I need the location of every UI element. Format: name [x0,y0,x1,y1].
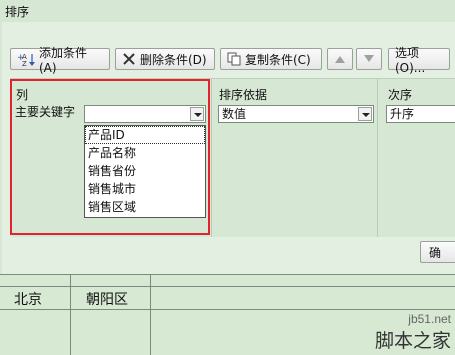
cell-district[interactable]: 朝阳区 [86,289,128,309]
watermark: jb51.net 脚本之家 [375,312,451,353]
watermark-url: jb51.net [408,312,451,326]
move-up-button[interactable] [327,48,353,70]
sort-on-select[interactable]: 数值 [218,105,374,123]
arrow-down-icon [364,55,374,62]
copy-icon [227,52,241,66]
options-label: 选项(O)... [395,45,426,75]
copy-condition-button[interactable]: 复制条件(C) [220,48,322,70]
column-dropdown-list: 产品ID 产品名称 销售省份 销售城市 销售区域 [84,125,206,218]
move-down-button[interactable] [356,48,382,70]
svg-text:Z: Z [22,60,27,67]
dialog-title: 排序 [5,5,30,19]
sort-on-value: 数值 [222,107,247,121]
list-item[interactable]: 销售区域 [85,198,205,216]
watermark-name: 脚本之家 [374,330,451,352]
sort-dialog: 排序 + A Z 添加条件(A) 删除条件(D) 复制条件(C) 选项(O)..… [0,0,455,275]
add-condition-button[interactable]: + A Z 添加条件(A) [10,46,110,75]
column-separator [211,79,212,237]
ok-label: 确 [429,245,442,260]
ok-button[interactable]: 确 [420,241,455,263]
list-item[interactable]: 产品名称 [85,144,205,162]
column-separator [377,79,378,237]
column-header: 列 [16,88,29,102]
delete-icon [123,53,135,65]
chevron-down-icon[interactable] [190,107,204,121]
row-gridline [0,309,455,310]
add-level-icon: + A Z [17,53,35,67]
arrow-up-icon [335,56,345,63]
cell-city[interactable]: 北京 [14,289,42,309]
primary-key-label: 主要关键字 [15,105,76,119]
list-item[interactable]: 产品ID [85,126,205,144]
options-button[interactable]: 选项(O)... [388,46,450,75]
row-gridline [0,286,455,287]
delete-condition-label: 删除条件(D) [140,52,207,67]
order-value: 升序 [390,107,415,121]
list-item[interactable]: 销售省份 [85,162,205,180]
order-header: 次序 [388,88,413,102]
primary-key-select[interactable] [84,105,206,123]
add-condition-label: 添加条件(A) [39,45,88,75]
sort-on-header: 排序依据 [219,88,268,102]
delete-condition-button[interactable]: 删除条件(D) [115,48,215,70]
copy-condition-label: 复制条件(C) [245,52,311,67]
list-item[interactable]: 销售城市 [85,180,205,198]
order-select[interactable]: 升序 [386,105,455,123]
chevron-down-icon[interactable] [358,107,372,121]
dialog-titlebar[interactable]: 排序 [0,0,455,22]
